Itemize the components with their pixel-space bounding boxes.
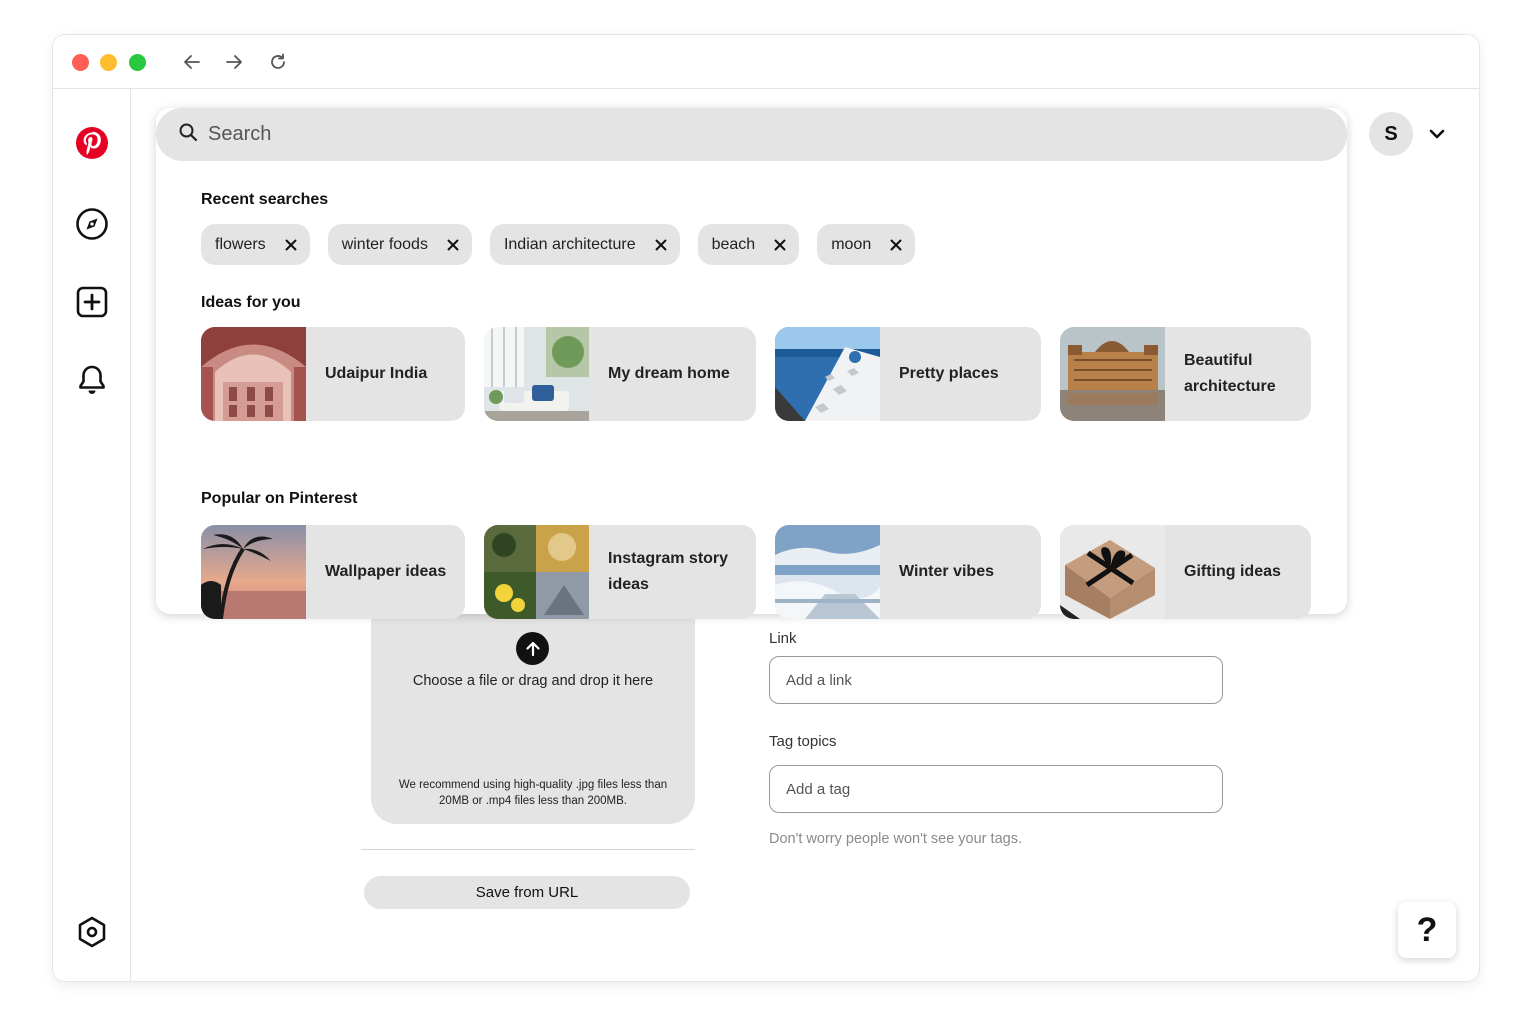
ideas-for-you-title: Ideas for you — [201, 294, 301, 311]
idea-thumbnail — [775, 327, 880, 421]
tag-hint: Don't worry people won't see your tags. — [769, 831, 1022, 847]
link-label: Link — [769, 630, 797, 647]
popular-on-pinterest-title: Popular on Pinterest — [201, 490, 358, 507]
recent-searches-list: flowers winter foods Indian architecture… — [201, 224, 916, 265]
upload-file-recommendation: We recommend using high-quality .jpg fil… — [398, 779, 668, 807]
forward-arrow-icon[interactable] — [221, 49, 247, 75]
upload-arrow-icon[interactable] — [516, 632, 549, 665]
maximize-window-button[interactable] — [129, 54, 146, 71]
bell-icon[interactable] — [73, 361, 111, 399]
tag-input[interactable] — [769, 765, 1223, 813]
chip-label: moon — [831, 235, 872, 253]
sidebar — [53, 89, 131, 981]
popular-cards: Wallpaper ideas Instagram story ideas Wi… — [201, 525, 1311, 619]
browser-window: Choose a file or drag and drop it here W… — [53, 35, 1479, 981]
ideas-cards: Udaipur India My dream home Pretty place… — [201, 327, 1311, 421]
tag-topics-label: Tag topics — [769, 733, 837, 750]
idea-thumbnail — [201, 327, 306, 421]
search-dropdown: Recent searches flowers winter foods Ind… — [156, 108, 1347, 619]
compass-icon[interactable] — [73, 205, 111, 243]
popular-label: Instagram story ideas — [608, 550, 729, 593]
plus-square-icon[interactable] — [73, 283, 111, 321]
avatar[interactable]: S — [1369, 112, 1413, 156]
chip-label: Indian architecture — [503, 235, 636, 253]
popular-thumbnail — [775, 525, 880, 619]
upload-instructions: Choose a file or drag and drop it here — [412, 673, 654, 689]
close-window-button[interactable] — [72, 54, 89, 71]
idea-label: Pretty places — [899, 365, 999, 382]
close-icon[interactable] — [773, 238, 787, 252]
help-button[interactable]: ? — [1398, 902, 1456, 958]
search-icon — [178, 122, 198, 147]
idea-label: Udaipur India — [325, 365, 428, 382]
search-bar[interactable] — [156, 108, 1347, 161]
chip-label: winter foods — [341, 235, 428, 253]
idea-label: My dream home — [608, 365, 730, 382]
popular-thumbnail — [1060, 525, 1165, 619]
popular-card[interactable]: Instagram story ideas — [484, 525, 756, 619]
chevron-down-icon[interactable] — [1426, 123, 1448, 145]
idea-card[interactable]: Beautiful architecture — [1060, 327, 1311, 421]
browser-titlebar — [53, 35, 1479, 89]
idea-thumbnail — [484, 327, 589, 421]
save-from-url-button[interactable]: Save from URL — [364, 876, 690, 909]
idea-card[interactable]: My dream home — [484, 327, 756, 421]
popular-label: Winter vibes — [899, 563, 994, 580]
pinterest-logo-icon[interactable] — [73, 124, 111, 162]
close-icon[interactable] — [654, 238, 668, 252]
idea-thumbnail — [1060, 327, 1165, 421]
recent-search-chip[interactable]: beach — [697, 224, 800, 265]
hexagon-settings-icon[interactable] — [73, 913, 111, 951]
recent-search-chip[interactable]: moon — [817, 224, 916, 265]
back-arrow-icon[interactable] — [179, 49, 205, 75]
recent-search-chip[interactable]: winter foods — [327, 224, 472, 265]
idea-label: Beautiful architecture — [1184, 352, 1276, 395]
recent-search-chip[interactable]: Indian architecture — [489, 224, 680, 265]
close-icon[interactable] — [446, 238, 460, 252]
popular-card[interactable]: Winter vibes — [775, 525, 1041, 619]
close-icon[interactable] — [889, 238, 903, 252]
chip-label: flowers — [215, 235, 266, 253]
popular-label: Wallpaper ideas — [325, 563, 447, 580]
close-icon[interactable] — [284, 238, 298, 252]
popular-thumbnail — [201, 525, 306, 619]
popular-thumbnail — [484, 525, 589, 619]
search-input[interactable] — [208, 123, 1308, 146]
link-input[interactable] — [769, 656, 1223, 704]
minimize-window-button[interactable] — [100, 54, 117, 71]
chip-label: beach — [711, 235, 756, 253]
idea-card[interactable]: Pretty places — [775, 327, 1041, 421]
recent-searches-title: Recent searches — [201, 191, 329, 208]
popular-card[interactable]: Wallpaper ideas — [201, 525, 465, 619]
divider — [361, 849, 695, 850]
popular-label: Gifting ideas — [1184, 563, 1281, 580]
idea-card[interactable]: Udaipur India — [201, 327, 465, 421]
reload-icon[interactable] — [265, 49, 291, 75]
popular-card[interactable]: Gifting ideas — [1060, 525, 1311, 619]
recent-search-chip[interactable]: flowers — [201, 224, 310, 265]
